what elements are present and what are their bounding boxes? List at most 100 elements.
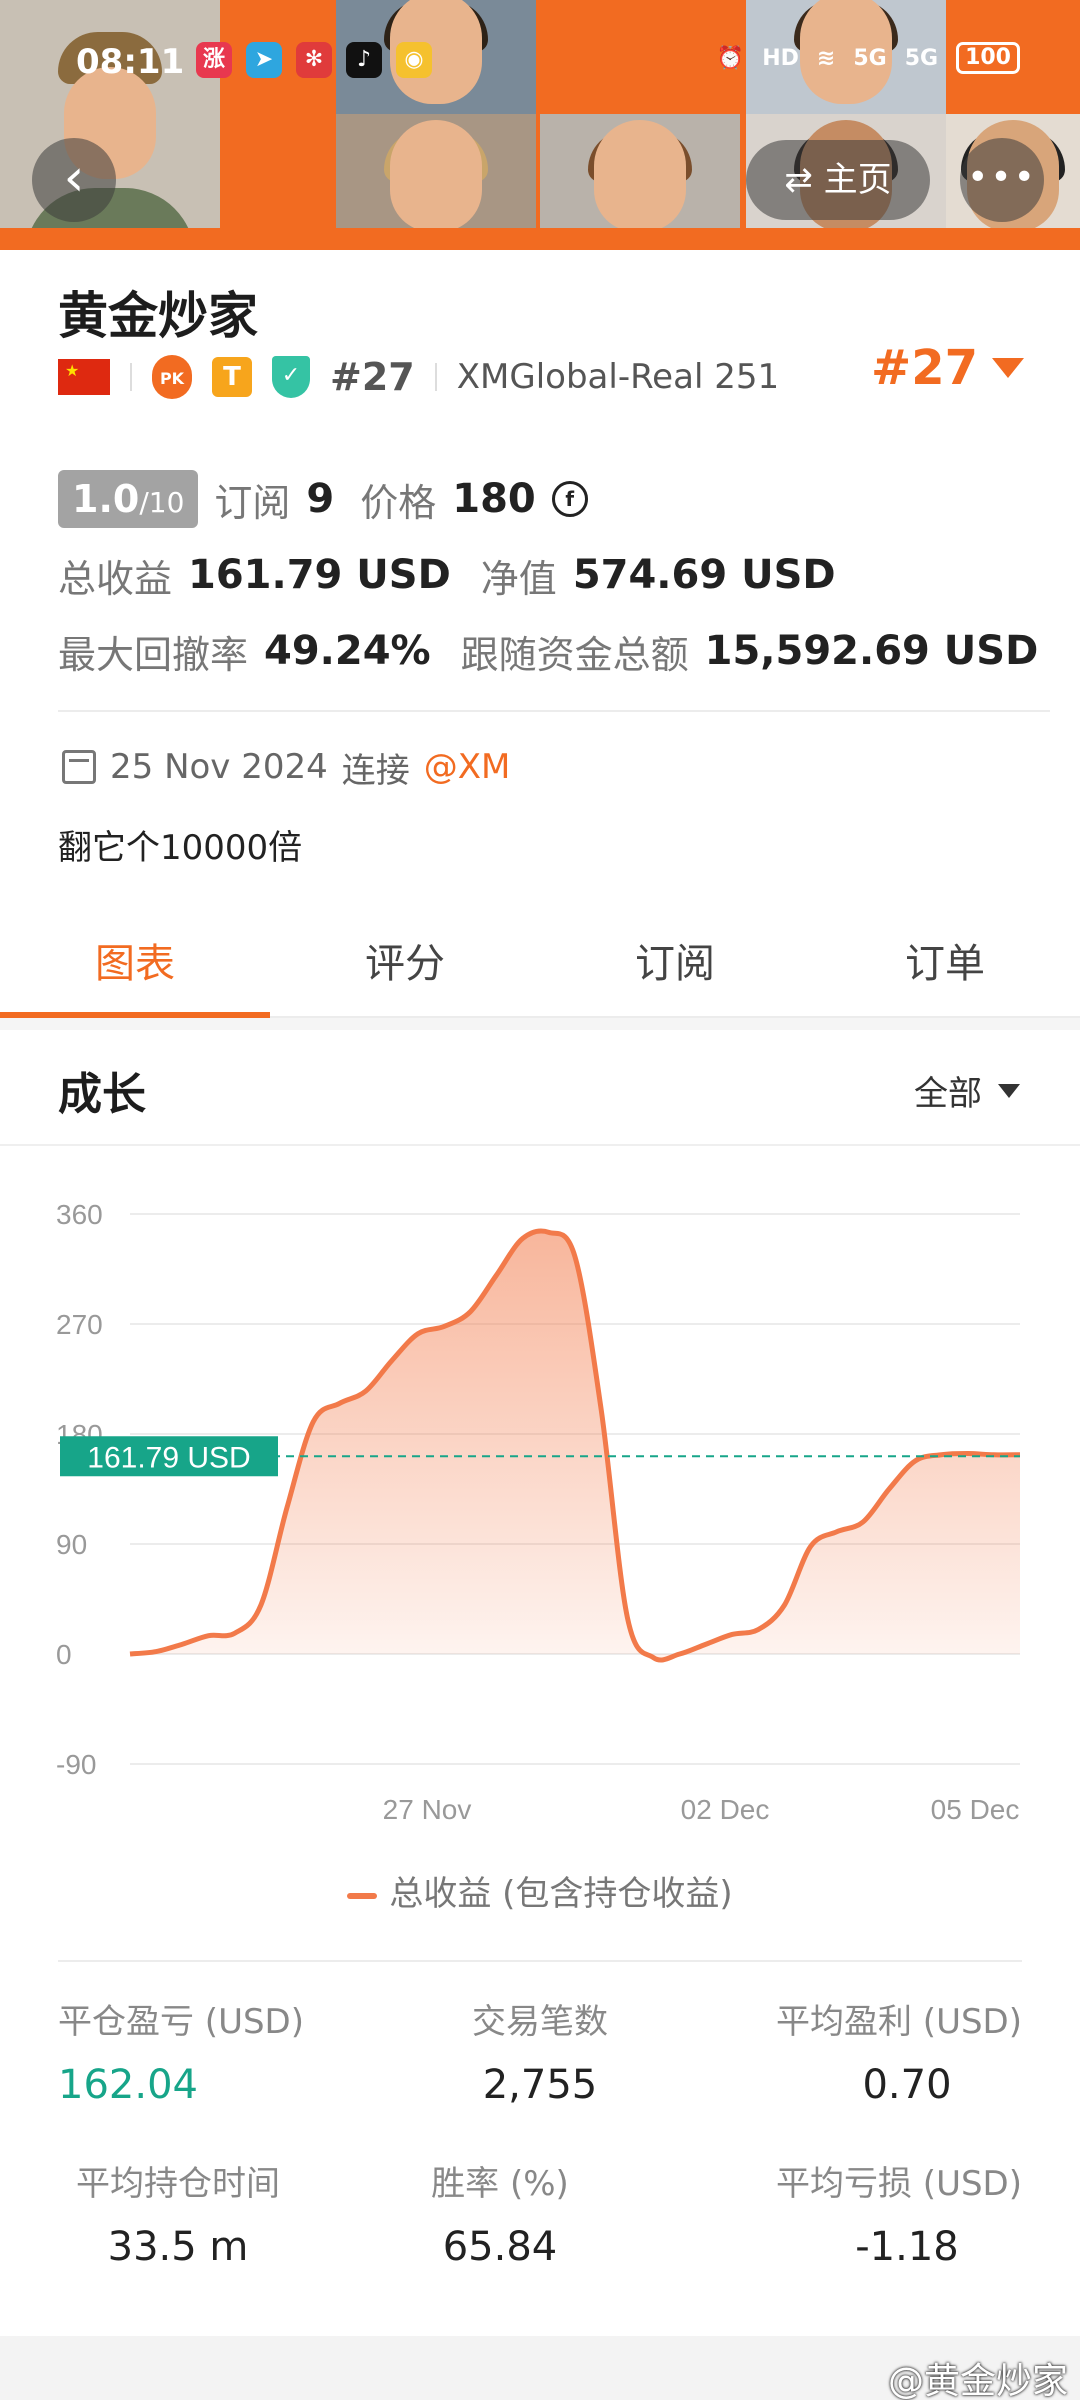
account-label: XMGlobal-Real 251: [456, 357, 780, 397]
follow-funds-label: 跟随资金总额: [460, 632, 689, 677]
price-value: 180: [452, 476, 536, 522]
metric-label: 平均持仓时间: [76, 2164, 280, 2204]
wifi-icon: ≋: [816, 45, 836, 71]
badge-row: ★ PK T ✓ #27 XMGlobal-Real 251: [58, 352, 779, 402]
x-tick-label: 05 Dec: [931, 1794, 1020, 1825]
broker-link[interactable]: @XM: [424, 747, 511, 787]
status-right: ⏰ HD ≋ 5G 5G 100: [717, 42, 1020, 74]
signal-icon: 5G: [853, 45, 887, 71]
metric-avg-hold-time: 平均持仓时间 33.5 m: [58, 2160, 298, 2272]
follow-funds-value: 15,592.69 USD: [704, 628, 1039, 674]
hd-icon: HD: [762, 45, 799, 71]
shield-check-icon[interactable]: ✓: [272, 356, 310, 398]
divider: [130, 363, 132, 391]
metric-value: -1.18: [855, 2224, 959, 2270]
x-tick-label: 27 Nov: [383, 1794, 472, 1825]
range-dropdown[interactable]: 全部: [914, 1066, 1020, 1115]
legend-swatch: [347, 1892, 378, 1899]
signal-icon-2: 5G: [904, 45, 939, 71]
app-notification-icon: 涨: [196, 42, 232, 78]
status-bar: 08:11 涨 ➤ ✻ ♪ ◉ ⏰ HD ≋ 5G 5G 100: [0, 0, 1080, 120]
chart-legend: 总收益 (包含持仓收益): [0, 1866, 1080, 1915]
more-button[interactable]: •••: [960, 138, 1044, 222]
metric-avg-loss: 平均亏损 (USD) -1.18: [702, 2160, 1022, 2272]
rank-dropdown[interactable]: #27: [871, 340, 1024, 396]
y-tick-label: 270: [56, 1309, 103, 1340]
t-badge-icon[interactable]: T: [212, 357, 252, 397]
more-dots-icon: •••: [967, 157, 1037, 198]
score-max: /10: [139, 486, 185, 519]
chart-x-axis: 27 Nov 02 Dec 05 Dec: [383, 1794, 1020, 1825]
weibo-icon: ◉: [396, 42, 432, 78]
connection-info: 25 Nov 2024 连接 @XM: [62, 742, 510, 792]
banner-strip: [0, 228, 1080, 250]
section-gap: [0, 1018, 1080, 1030]
stats-block: 1.0/10 订阅 9 价格 180 f 总收益 161.79 USD 净值 5…: [58, 468, 1040, 696]
coin-icon: f: [551, 481, 588, 517]
divider: [58, 710, 1050, 712]
growth-section-header: 成长 全部: [0, 1030, 1080, 1146]
tab-subscribe[interactable]: 订阅: [540, 914, 810, 1016]
tab-bar: 图表 评分 订阅 订单: [0, 914, 1080, 1018]
metric-trade-count: 交易笔数 2,755: [380, 1998, 700, 2110]
pk-badge-icon[interactable]: PK: [152, 355, 192, 399]
status-time: 08:11: [76, 42, 185, 82]
connect-label: 连接: [341, 750, 410, 791]
metric-closed-pnl: 平仓盈亏 (USD) 162.04: [58, 1998, 378, 2110]
tab-orders[interactable]: 订单: [810, 914, 1080, 1016]
metric-label: 平仓盈亏 (USD): [58, 2002, 304, 2042]
metric-avg-profit: 平均盈利 (USD) 0.70: [702, 1998, 1022, 2110]
chevron-left-icon: ‹: [63, 148, 85, 208]
bio-text: 翻它个10000倍: [58, 828, 303, 868]
metric-value: 65.84: [442, 2224, 558, 2270]
y-tick-label: 0: [56, 1639, 72, 1670]
rank-badge: #27: [330, 355, 415, 399]
divider: [434, 363, 437, 391]
metric-value: 33.5 m: [107, 2224, 249, 2270]
divider: [58, 1960, 1022, 1962]
max-drawdown-label: 最大回撤率: [58, 632, 249, 677]
current-value-label: 161.79 USD: [87, 1441, 250, 1474]
total-profit-label: 总收益: [58, 556, 173, 601]
price-label: 价格: [360, 480, 437, 525]
score-badge: 1.0/10: [58, 470, 199, 528]
metric-value: 2,755: [482, 2062, 598, 2108]
metric-value: 0.70: [862, 2062, 952, 2108]
trader-name: 黄金炒家: [58, 287, 258, 345]
telegram-icon: ➤: [246, 42, 282, 78]
tiktok-icon: ♪: [346, 42, 382, 78]
y-tick-label: -90: [56, 1749, 96, 1780]
connect-date: 25 Nov 2024: [110, 747, 328, 787]
metric-label: 平均盈利 (USD): [776, 2002, 1022, 2042]
metrics-grid: 平仓盈亏 (USD) 162.04 交易笔数 2,755 平均盈利 (USD) …: [58, 1998, 1022, 2322]
subscribe-count: 9: [306, 476, 335, 522]
caret-down-icon: [992, 358, 1024, 378]
metric-label: 交易笔数: [472, 2002, 608, 2042]
banner-photo: [540, 114, 740, 228]
home-button[interactable]: ⇄ 主页: [746, 140, 930, 220]
y-tick-label: 90: [56, 1529, 87, 1560]
caret-down-icon: [998, 1083, 1020, 1098]
x-tick-label: 02 Dec: [681, 1794, 770, 1825]
battery-icon: 100: [956, 42, 1020, 74]
growth-chart: 360270180900-90 161.79 USD 27 Nov 02 Dec 0…: [56, 1199, 1021, 1825]
subscribe-label: 订阅: [214, 480, 291, 525]
china-flag-icon: ★: [58, 359, 110, 395]
y-tick-label: 360: [56, 1199, 103, 1230]
back-button[interactable]: ‹: [32, 138, 116, 222]
watermark: @黄金炒家: [887, 2361, 1068, 2400]
flower-app-icon: ✻: [296, 42, 332, 78]
tab-rating[interactable]: 评分: [270, 914, 540, 1016]
range-label: 全部: [914, 1074, 982, 1114]
banner-photo: [336, 114, 536, 228]
metric-label: 平均亏损 (USD): [776, 2164, 1022, 2204]
section-title: 成长: [58, 1069, 146, 1120]
net-value-label: 净值: [480, 556, 557, 601]
legend-label: 总收益 (包含持仓收益): [389, 1874, 733, 1914]
calendar-icon: [62, 750, 96, 784]
score-value: 1.0: [72, 477, 140, 521]
metric-win-rate: 胜率 (%) 65.84: [340, 2160, 660, 2272]
metric-label: 胜率 (%): [431, 2164, 569, 2204]
tab-chart[interactable]: 图表: [0, 914, 270, 1018]
alarm-icon: ⏰: [716, 45, 745, 71]
